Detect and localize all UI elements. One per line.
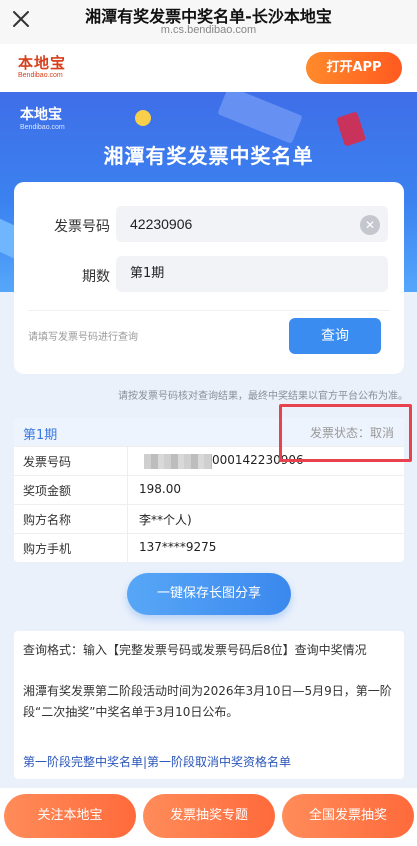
row-value: 李**个人)	[139, 513, 192, 527]
hero-logo-subtext: Bendibao.com	[20, 124, 65, 131]
cell-separator	[127, 476, 128, 505]
row-value: 198.00	[139, 482, 181, 496]
status-highlight-box	[279, 404, 412, 462]
hero-logo-text: 本地宝	[20, 107, 62, 123]
search-card: 发票号码 42230906 ✕ 期数 第1期 请填写发票号码进行查询 查询	[14, 182, 404, 374]
table-row: 购方手机 137****9275	[14, 533, 404, 562]
search-hint: 请填写发票号码进行查询	[28, 332, 138, 343]
bottom-bar: 关注本地宝 发票抽奖专题 全国发票抽奖	[0, 788, 417, 846]
logo-text: 本地宝	[18, 54, 67, 72]
open-app-button[interactable]: 打开APP	[306, 52, 402, 84]
save-share-button[interactable]: 一键保存长图分享	[127, 573, 291, 615]
invoice-number-label: 发票号码	[54, 219, 110, 235]
logo-subtext: Bendibao.com	[18, 72, 63, 79]
ticket-decoration	[217, 92, 303, 144]
page-url: m.cs.bendibao.com	[160, 24, 257, 36]
cell-separator	[127, 534, 128, 562]
table-row: 奖项金额 198.00	[14, 475, 404, 505]
site-header: 本地宝 Bendibao.com 打开APP	[0, 44, 417, 92]
query-button[interactable]: 查询	[289, 318, 381, 354]
hero-logo: 本地宝 Bendibao.com	[20, 104, 65, 131]
browser-topbar: 湘潭有奖发票中奖名单-长沙本地宝 m.cs.bendibao.com	[0, 0, 417, 44]
row-value: 137****9275	[139, 540, 217, 554]
row-key: 奖项金额	[23, 484, 72, 498]
period-select[interactable]: 第1期	[116, 256, 388, 292]
winner-list-links[interactable]: 第一阶段完整中奖名单|第一阶段取消中奖资格名单	[23, 753, 291, 770]
site-logo[interactable]: 本地宝 Bendibao.com	[18, 52, 78, 84]
period-label: 期数	[82, 269, 110, 285]
disclaimer-text: 请按发票号码核对查询结果，最终中奖结果以官方平台公布为准。	[118, 391, 408, 402]
redacted-block	[144, 454, 212, 469]
notice-text: 湘潭有奖发票第二阶段活动时间为2026年3月10日—5月9日，第一阶段“二次抽奖…	[23, 684, 392, 719]
follow-button[interactable]: 关注本地宝	[4, 794, 136, 838]
query-format-text: 查询格式：输入【完整发票号码或发票号码后8位】查询中奖情况	[23, 643, 367, 657]
row-key: 购方名称	[23, 513, 72, 527]
invoice-number-input[interactable]: 42230906	[116, 206, 388, 242]
hero-title: 湘潭有奖发票中奖名单	[103, 144, 314, 168]
result-period: 第1期	[23, 428, 58, 443]
national-lottery-button[interactable]: 全国发票抽奖	[282, 794, 414, 838]
close-icon[interactable]	[8, 6, 34, 32]
divider	[28, 310, 390, 311]
row-key: 购方手机	[23, 542, 72, 556]
clear-icon[interactable]: ✕	[360, 215, 380, 235]
row-key: 发票号码	[23, 455, 72, 469]
cell-separator	[127, 505, 128, 534]
coin-decoration	[135, 110, 151, 126]
invoice-lottery-topic-button[interactable]: 发票抽奖专题	[143, 794, 275, 838]
cell-separator	[127, 447, 128, 476]
table-row: 购方名称 李**个人)	[14, 504, 404, 534]
info-card: 查询格式：输入【完整发票号码或发票号码后8位】查询中奖情况 湘潭有奖发票第二阶段…	[14, 631, 404, 779]
